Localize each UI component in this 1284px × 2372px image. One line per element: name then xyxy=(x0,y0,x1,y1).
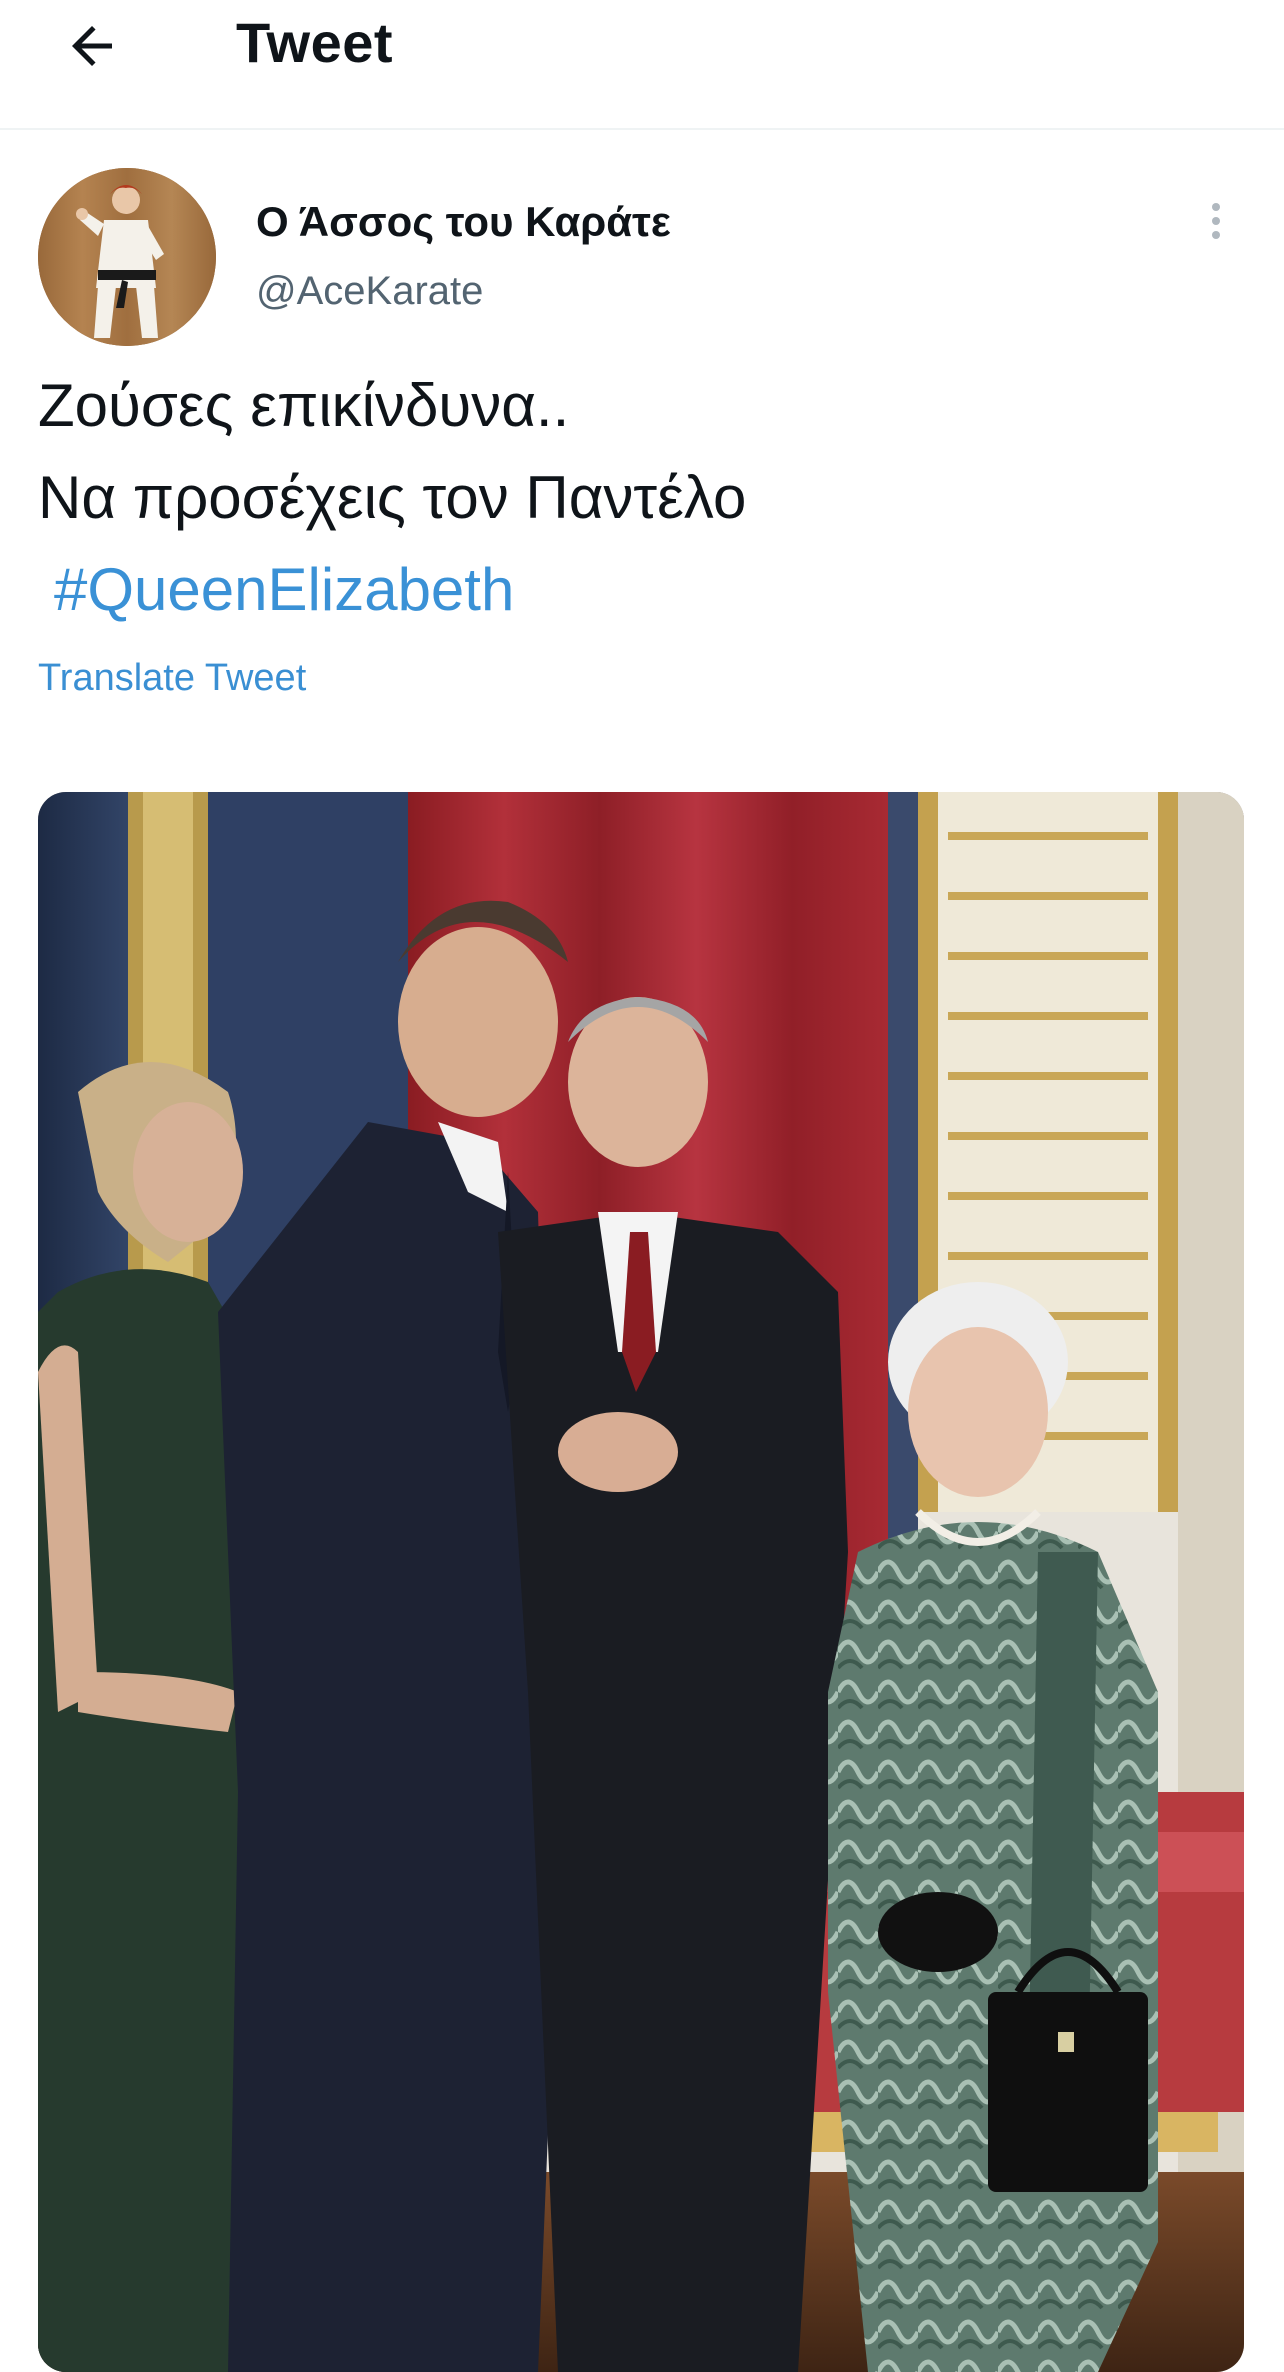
tweet-text-line: Ζούσες επικίνδυνα.. xyxy=(38,372,570,439)
author-display-name[interactable]: Ο Άσσος του Καράτε xyxy=(256,196,671,248)
page-title: Tweet xyxy=(236,11,394,74)
back-button[interactable] xyxy=(52,6,132,86)
author-avatar[interactable] xyxy=(38,168,216,346)
hashtag-link[interactable]: #QueenElizabeth xyxy=(38,544,1238,636)
karate-figure-avatar xyxy=(38,168,216,346)
more-vertical-icon-dot xyxy=(1212,231,1220,239)
tweet-text-line: Να προσέχεις τον Παντέλο xyxy=(38,464,747,531)
photo-four-people-palace-room xyxy=(38,792,1244,2372)
tweet-text: Ζούσες επικίνδυνα.. Να προσέχεις τον Παν… xyxy=(38,360,1238,636)
more-vertical-icon-dot xyxy=(1212,217,1220,225)
translate-tweet-link[interactable]: Translate Tweet xyxy=(38,652,306,704)
more-options-button[interactable] xyxy=(1196,196,1236,246)
top-app-bar: Tweet xyxy=(0,0,1284,130)
author-handle[interactable]: @AceKarate xyxy=(256,266,483,316)
arrow-left-icon xyxy=(72,26,112,66)
tweet-photo[interactable] xyxy=(38,792,1244,2372)
more-vertical-icon xyxy=(1212,203,1220,211)
